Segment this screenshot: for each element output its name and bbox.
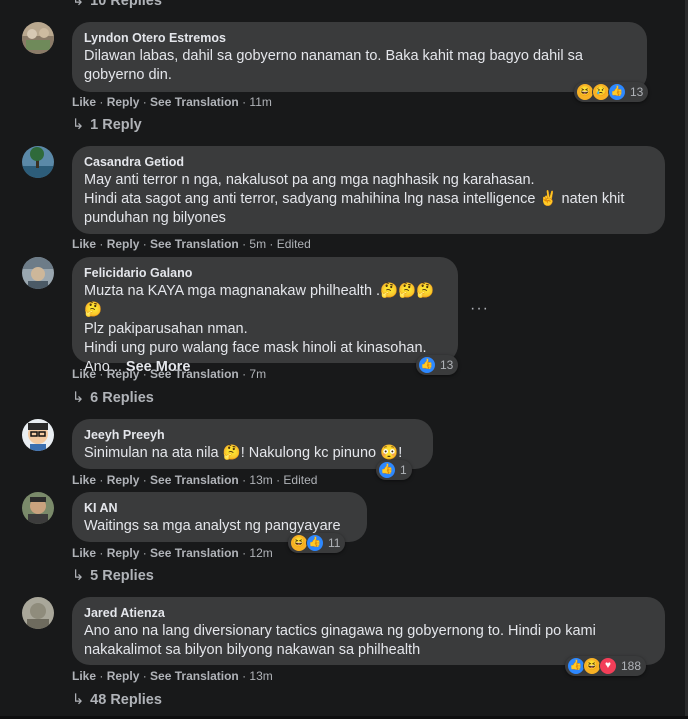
- view-replies-link[interactable]: ↳ 48 Replies: [72, 691, 162, 709]
- avatar[interactable]: [22, 597, 54, 629]
- comment-text: Muzta na KAYA mga magnanakaw philhealth …: [84, 283, 435, 375]
- commenter-name[interactable]: Felicidario Galano: [84, 265, 446, 281]
- commenter-name[interactable]: Jeeyh Preeyh: [84, 427, 421, 443]
- comment-bubble: Jared Atienza Ano ano na lang diversiona…: [72, 597, 665, 665]
- timestamp[interactable]: 5m · Edited: [249, 237, 310, 251]
- avatar[interactable]: [22, 22, 54, 54]
- see-translation-link[interactable]: See Translation: [150, 237, 239, 251]
- comment-actions: Like · Reply · See Translation · 5m · Ed…: [72, 237, 311, 251]
- comment-actions: Like · Reply · See Translation · 13m · E…: [72, 473, 318, 487]
- timestamp[interactable]: 13m · Edited: [249, 473, 317, 487]
- comment-bubble: Felicidario Galano Muzta na KAYA mga mag…: [72, 257, 458, 375]
- reply-link[interactable]: Reply: [107, 237, 140, 251]
- like-reaction-icon: 👍: [608, 83, 626, 101]
- like-reaction-icon: 👍: [418, 356, 436, 374]
- reply-link[interactable]: Reply: [107, 473, 140, 487]
- comment-actions: Like · Reply · See Translation · 11m: [72, 95, 272, 109]
- see-translation-link[interactable]: See Translation: [150, 367, 239, 381]
- reaction-count: 188: [621, 659, 642, 673]
- see-translation-link[interactable]: See Translation: [150, 546, 239, 560]
- comment-actions: Like · Reply · See Translation · 12m: [72, 546, 273, 560]
- comment-text: Ano ano na lang diversionary tactics gin…: [84, 623, 596, 658]
- reaction-summary[interactable]: 😆 😢 👍 13: [574, 82, 649, 102]
- avatar[interactable]: [22, 146, 54, 178]
- see-translation-link[interactable]: See Translation: [150, 473, 239, 487]
- like-link[interactable]: Like: [72, 237, 96, 251]
- comment-actions: Like · Reply · See Translation · 7m: [72, 367, 267, 381]
- timestamp[interactable]: 12m: [249, 546, 272, 560]
- reaction-summary[interactable]: 👍 1: [376, 460, 412, 480]
- view-replies-link[interactable]: ↳ 1 Reply: [72, 116, 142, 134]
- reply-arrow-icon: ↳: [72, 692, 85, 708]
- comment-actions: Like · Reply · See Translation · 13m: [72, 669, 273, 683]
- like-link[interactable]: Like: [72, 546, 96, 560]
- reaction-summary[interactable]: 👍 13: [416, 355, 459, 375]
- comment-text: May anti terror n nga, nakalusot pa ang …: [84, 172, 625, 226]
- reply-arrow-icon: ↳: [72, 568, 85, 584]
- timestamp[interactable]: 13m: [249, 669, 272, 683]
- like-link[interactable]: Like: [72, 473, 96, 487]
- timestamp[interactable]: 7m: [249, 367, 266, 381]
- commenter-name[interactable]: Jared Atienza: [84, 605, 653, 621]
- like-reaction-icon: 👍: [378, 461, 396, 479]
- more-options-icon[interactable]: ···: [470, 300, 489, 318]
- view-replies-link[interactable]: ↳ 6 Replies: [72, 389, 154, 407]
- avatar[interactable]: [22, 492, 54, 524]
- reply-arrow-icon: ↳: [72, 390, 85, 406]
- avatar[interactable]: [22, 419, 54, 451]
- reply-link[interactable]: Reply: [107, 95, 140, 109]
- reaction-summary[interactable]: 😆 👍 11: [288, 533, 346, 553]
- reaction-count: 13: [440, 358, 454, 372]
- reaction-count: 13: [630, 85, 644, 99]
- like-link[interactable]: Like: [72, 367, 96, 381]
- reply-arrow-icon: ↳: [72, 117, 85, 133]
- comment-bubble: Casandra Getiod May anti terror n nga, n…: [72, 146, 665, 234]
- see-translation-link[interactable]: See Translation: [150, 669, 239, 683]
- see-translation-link[interactable]: See Translation: [150, 95, 239, 109]
- commenter-name[interactable]: Casandra Getiod: [84, 154, 653, 170]
- like-link[interactable]: Like: [72, 95, 96, 109]
- view-replies-link[interactable]: ↳ 5 Replies: [72, 567, 154, 585]
- reply-arrow-icon: ↳: [72, 0, 85, 9]
- commenter-name[interactable]: KI AN: [84, 500, 355, 516]
- reply-link[interactable]: Reply: [107, 367, 140, 381]
- reaction-count: 1: [400, 463, 407, 477]
- like-link[interactable]: Like: [72, 669, 96, 683]
- comments-panel: ↳ 10 Replies Lyndon Otero Estremos Dilawa…: [0, 0, 688, 719]
- comment-text: Dilawan labas, dahil sa gobyerno nanaman…: [84, 48, 583, 83]
- like-reaction-icon: 👍: [306, 534, 324, 552]
- reaction-summary[interactable]: 👍 😆 ♥ 188: [565, 656, 647, 676]
- timestamp[interactable]: 11m: [249, 95, 271, 109]
- avatar[interactable]: [22, 257, 54, 289]
- love-reaction-icon: ♥: [599, 657, 617, 675]
- reply-link[interactable]: Reply: [107, 669, 140, 683]
- comment-bubble: Lyndon Otero Estremos Dilawan labas, dah…: [72, 22, 647, 92]
- reaction-count: 11: [328, 536, 341, 550]
- view-replies-link[interactable]: ↳ 10 Replies: [72, 0, 162, 10]
- commenter-name[interactable]: Lyndon Otero Estremos: [84, 30, 635, 46]
- comment-text: Sinimulan na ata nila 🤔! Nakulong kc pin…: [84, 445, 403, 461]
- reply-link[interactable]: Reply: [107, 546, 140, 560]
